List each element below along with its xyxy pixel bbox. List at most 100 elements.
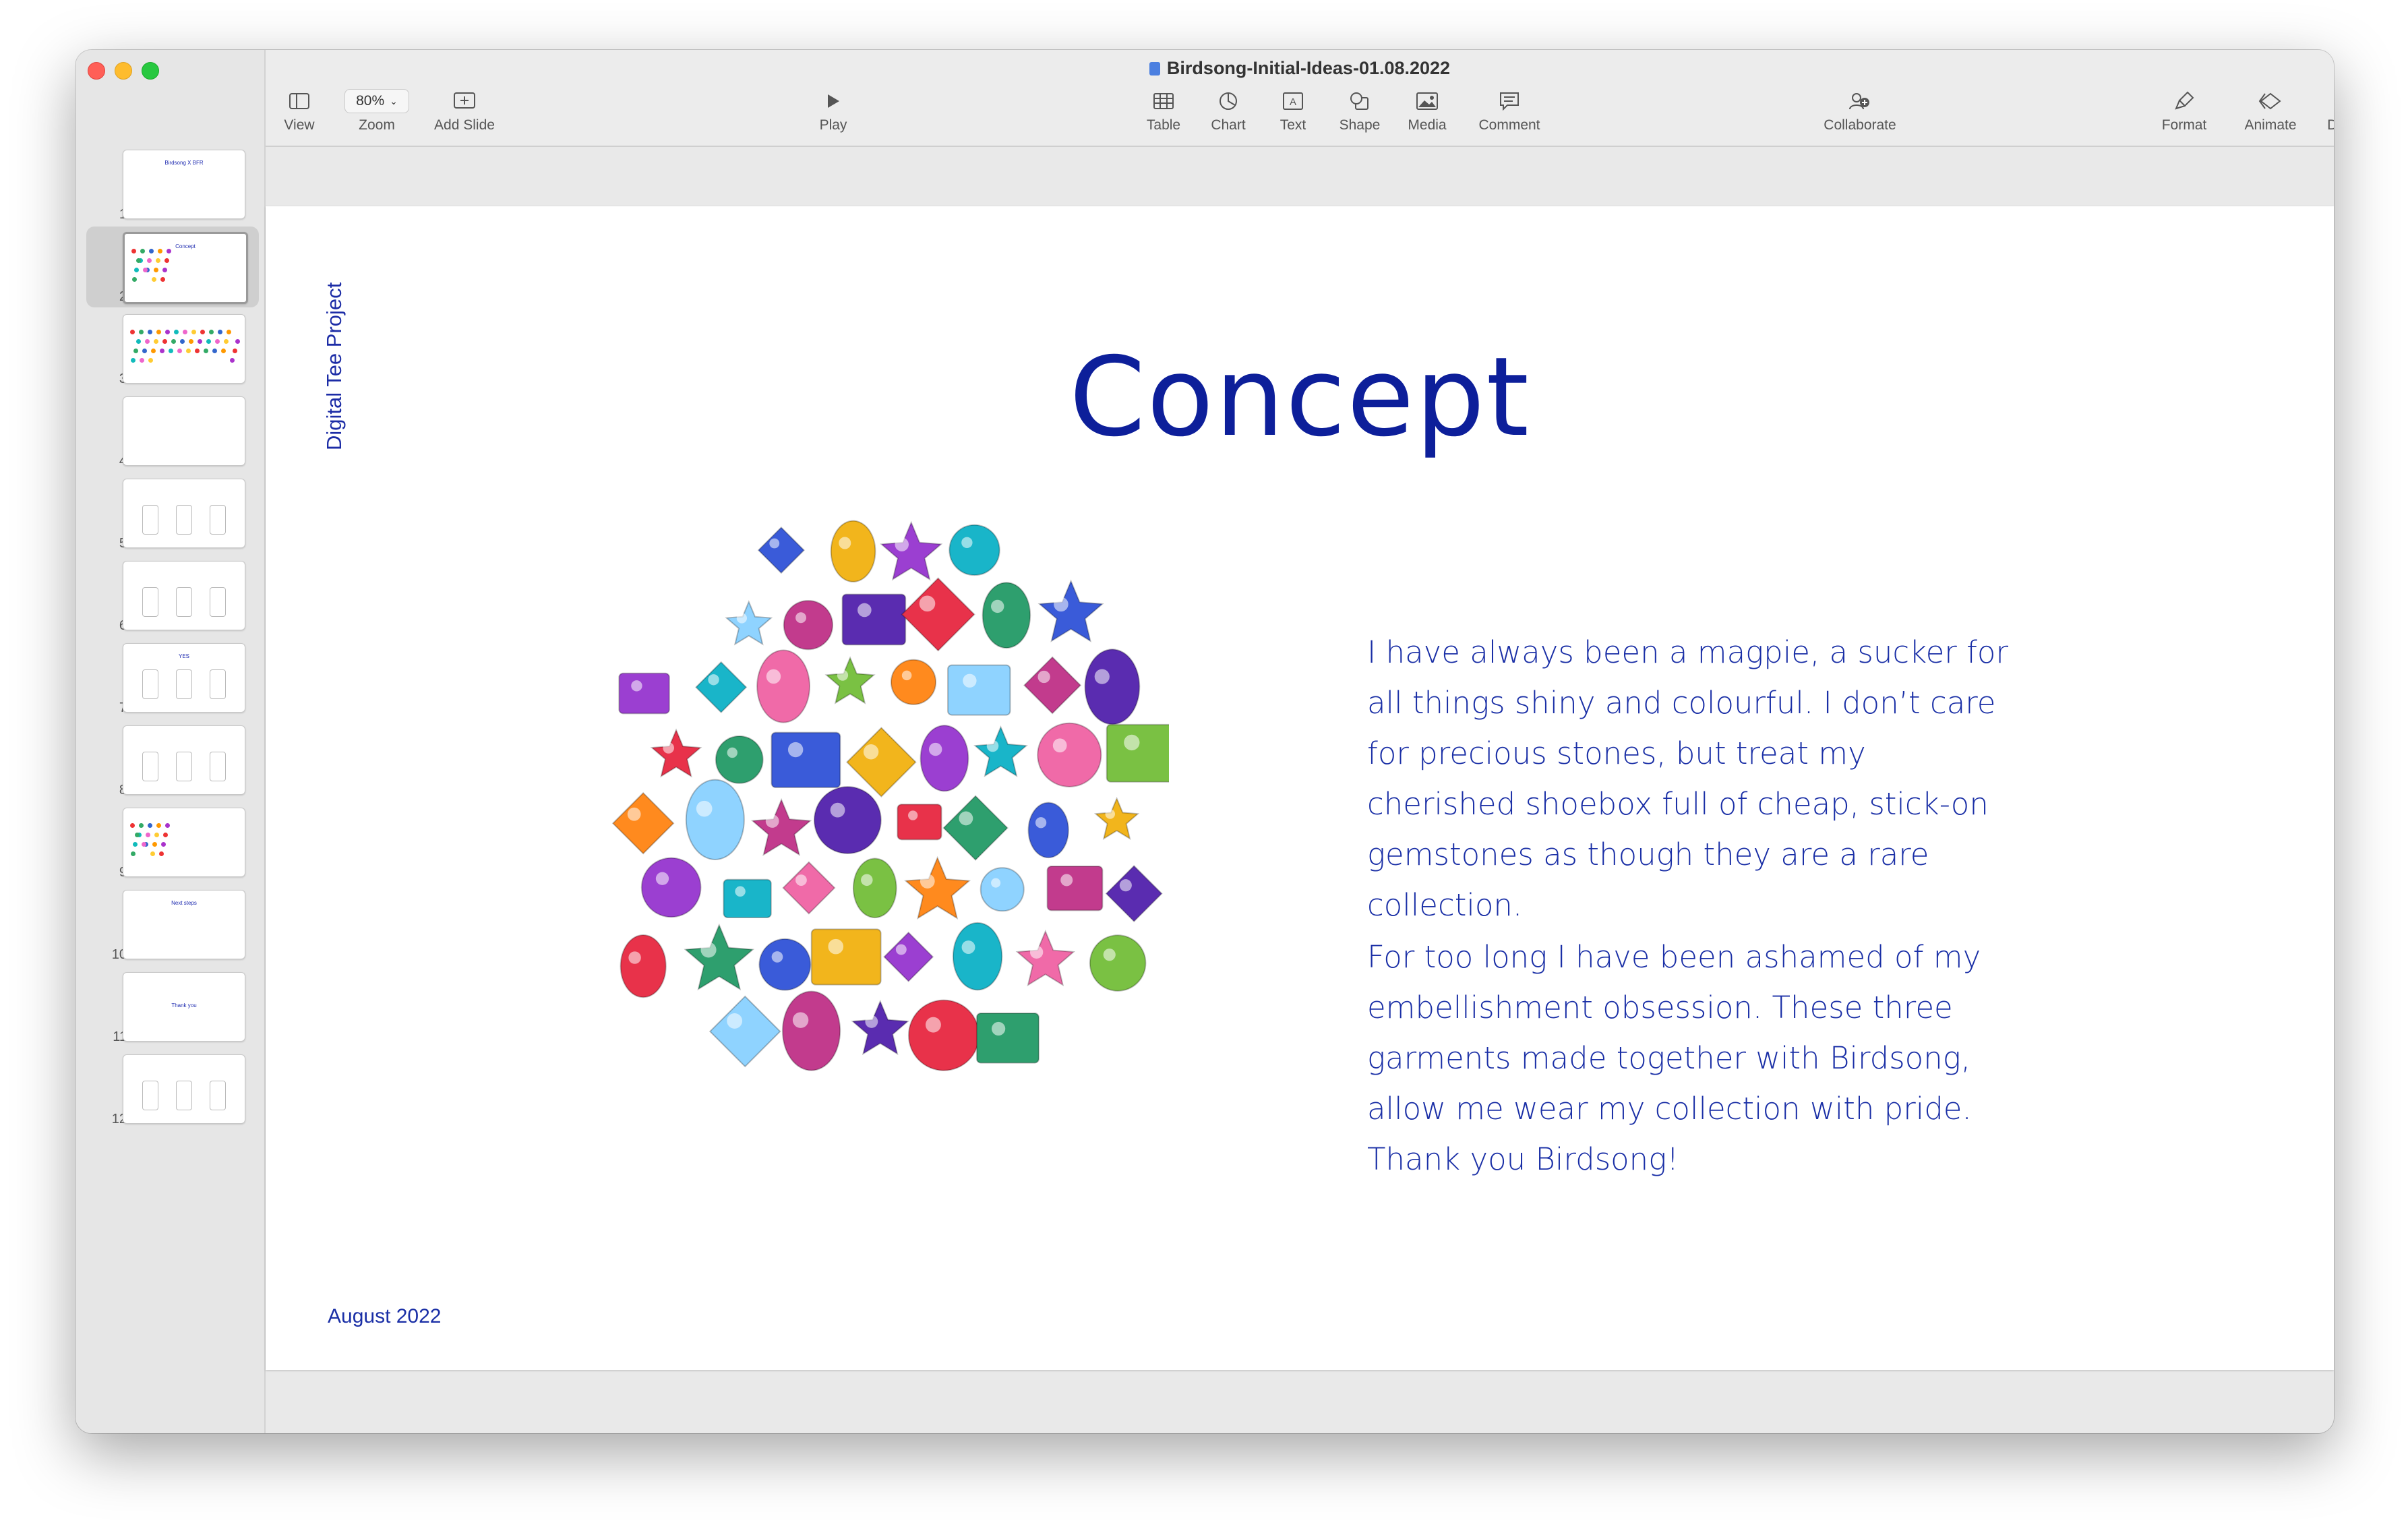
add-slide-button[interactable]: Add Slide: [427, 89, 502, 133]
slide-thumbnail[interactable]: [123, 808, 245, 877]
gemstone: [771, 731, 841, 789]
thumbnail-preview-dot: [149, 249, 154, 253]
thumbnail-preview-dot: [191, 330, 196, 334]
gemstones-image[interactable]: [589, 510, 1179, 1116]
thumbnail-preview-figure: [142, 587, 158, 617]
add-slide-label: Add Slide: [434, 117, 495, 133]
document-title: Birdsong-Initial-Ideas-01.08.2022: [266, 58, 2334, 79]
slide-thumbnail-row[interactable]: 2Concept: [76, 227, 264, 307]
zoom-select[interactable]: 80% ⌄: [344, 89, 409, 113]
thumbnail-preview-dot: [156, 258, 160, 263]
slide-thumbnail[interactable]: Concept: [123, 232, 248, 304]
slide-thumbnail-row[interactable]: 4: [76, 391, 264, 471]
slide-thumbnail[interactable]: YES: [123, 643, 245, 713]
media-button[interactable]: Media: [1404, 89, 1451, 133]
body-paragraph-2[interactable]: For too long I have been ashamed of my e…: [1367, 932, 2014, 1184]
thumbnail-preview-dot: [131, 249, 136, 253]
document-button[interactable]: Document: [2319, 89, 2334, 133]
text-label: Text: [1280, 117, 1306, 133]
gemstone: [781, 990, 841, 1071]
gemstone-highlight: [961, 537, 973, 548]
thumbnail-preview-dot: [160, 349, 164, 353]
gemstone-highlight: [1060, 874, 1073, 886]
thumbnail-preview-dot: [183, 330, 187, 334]
body-paragraph-1[interactable]: I have always been a magpie, a sucker fo…: [1367, 627, 2014, 930]
thumbnail-preview-dot: [198, 339, 202, 344]
thumbnail-preview-dot: [162, 268, 167, 272]
shape-button[interactable]: Shape: [1336, 89, 1383, 133]
gemstone: [611, 791, 675, 855]
collaborate-button[interactable]: Collaborate: [1809, 89, 1910, 133]
slide-thumbnail[interactable]: [123, 479, 245, 548]
footer-date[interactable]: August 2022: [328, 1305, 441, 1328]
thumbnail-preview-dot: [154, 268, 158, 272]
table-button[interactable]: Table: [1143, 89, 1184, 133]
gemstone-highlight: [959, 811, 973, 826]
thumbnail-preview-dot: [159, 851, 164, 856]
thumbnail-preview-dot: [161, 842, 166, 847]
slide-thumbnail-row[interactable]: 11 Thank you: [76, 967, 264, 1046]
thumbnail-preview-figure: [210, 752, 226, 781]
thumbnail-preview-figure: [210, 505, 226, 535]
gemstone: [723, 878, 772, 919]
gemstone: [1015, 930, 1075, 987]
gemstone-highlight: [708, 674, 719, 686]
slide-thumbnail[interactable]: [123, 314, 245, 384]
gemstone-highlight: [865, 1015, 878, 1028]
thumbnail-preview-figure: [142, 752, 158, 781]
zoom-control[interactable]: 80% ⌄ Zoom: [340, 89, 414, 133]
slide-thumbnail[interactable]: [123, 725, 245, 795]
slide-thumbnail-row[interactable]: 6: [76, 555, 264, 635]
slide-thumbnail[interactable]: Next steps: [123, 890, 245, 959]
format-button[interactable]: Format: [2157, 89, 2211, 133]
gemstone-highlight: [787, 742, 804, 758]
thumbnail-preview-figure: [142, 505, 158, 535]
slide-thumbnail-row[interactable]: 7YES: [76, 638, 264, 717]
animate-button[interactable]: Animate: [2237, 89, 2304, 133]
play-button[interactable]: Play: [813, 89, 853, 133]
slide-thumbnail[interactable]: Thank you: [123, 972, 245, 1042]
slide-2[interactable]: Digital Tee Project Concept I have alway…: [266, 206, 2334, 1370]
close-window-button[interactable]: [88, 62, 105, 80]
slide-title[interactable]: Concept: [266, 334, 2334, 461]
slide-navigator: 1Birdsong X BFR2Concept34567YES8910Next …: [76, 50, 266, 1433]
slide-thumbnail-row[interactable]: 10 Next steps: [76, 884, 264, 964]
gemstone: [640, 857, 702, 918]
slide-thumbnail[interactable]: [123, 561, 245, 630]
text-button[interactable]: A Text: [1273, 89, 1313, 133]
slide-thumbnail-row[interactable]: 9: [76, 802, 264, 882]
thumbnail-preview-dot: [148, 358, 153, 363]
thumbnail-preview-figure: [142, 669, 158, 699]
comment-icon: [1499, 89, 1519, 113]
minimize-window-button[interactable]: [115, 62, 132, 80]
chevron-down-icon: ⌄: [390, 95, 398, 107]
slide-thumbnail[interactable]: [123, 396, 245, 466]
slide-thumbnail-row[interactable]: 8: [76, 720, 264, 800]
gemstone-highlight: [991, 599, 1004, 613]
gemstone-highlight: [655, 872, 669, 885]
gemstone: [685, 779, 745, 860]
chart-label: Chart: [1211, 117, 1246, 133]
thumbnail-preview-figure: [142, 1081, 158, 1110]
gemstone: [695, 661, 748, 714]
gemstone: [1046, 866, 1104, 911]
gemstone-highlight: [700, 942, 717, 958]
shape-icon: [1350, 89, 1370, 113]
slide-thumbnail[interactable]: [123, 1054, 245, 1124]
animate-label: Animate: [2244, 117, 2297, 133]
slide-thumbnail-row[interactable]: 5: [76, 473, 264, 553]
thumbnail-preview-dot: [189, 339, 193, 344]
fullscreen-window-button[interactable]: [142, 62, 159, 80]
comment-button[interactable]: Comment: [1472, 89, 1546, 133]
slide-thumbnail-row[interactable]: 12: [76, 1049, 264, 1129]
slide-thumbnail[interactable]: Birdsong X BFR: [123, 150, 245, 219]
gemstone: [846, 727, 917, 798]
slide-thumbnail-row[interactable]: 3: [76, 309, 264, 388]
thumbnail-preview-dot: [212, 349, 217, 353]
document-label: Document: [2327, 117, 2334, 133]
slide-thumbnail-row[interactable]: 1Birdsong X BFR: [76, 144, 264, 224]
view-button[interactable]: View: [279, 89, 320, 133]
gemstone: [980, 867, 1025, 912]
gemstone: [650, 728, 702, 778]
chart-button[interactable]: Chart: [1208, 89, 1248, 133]
